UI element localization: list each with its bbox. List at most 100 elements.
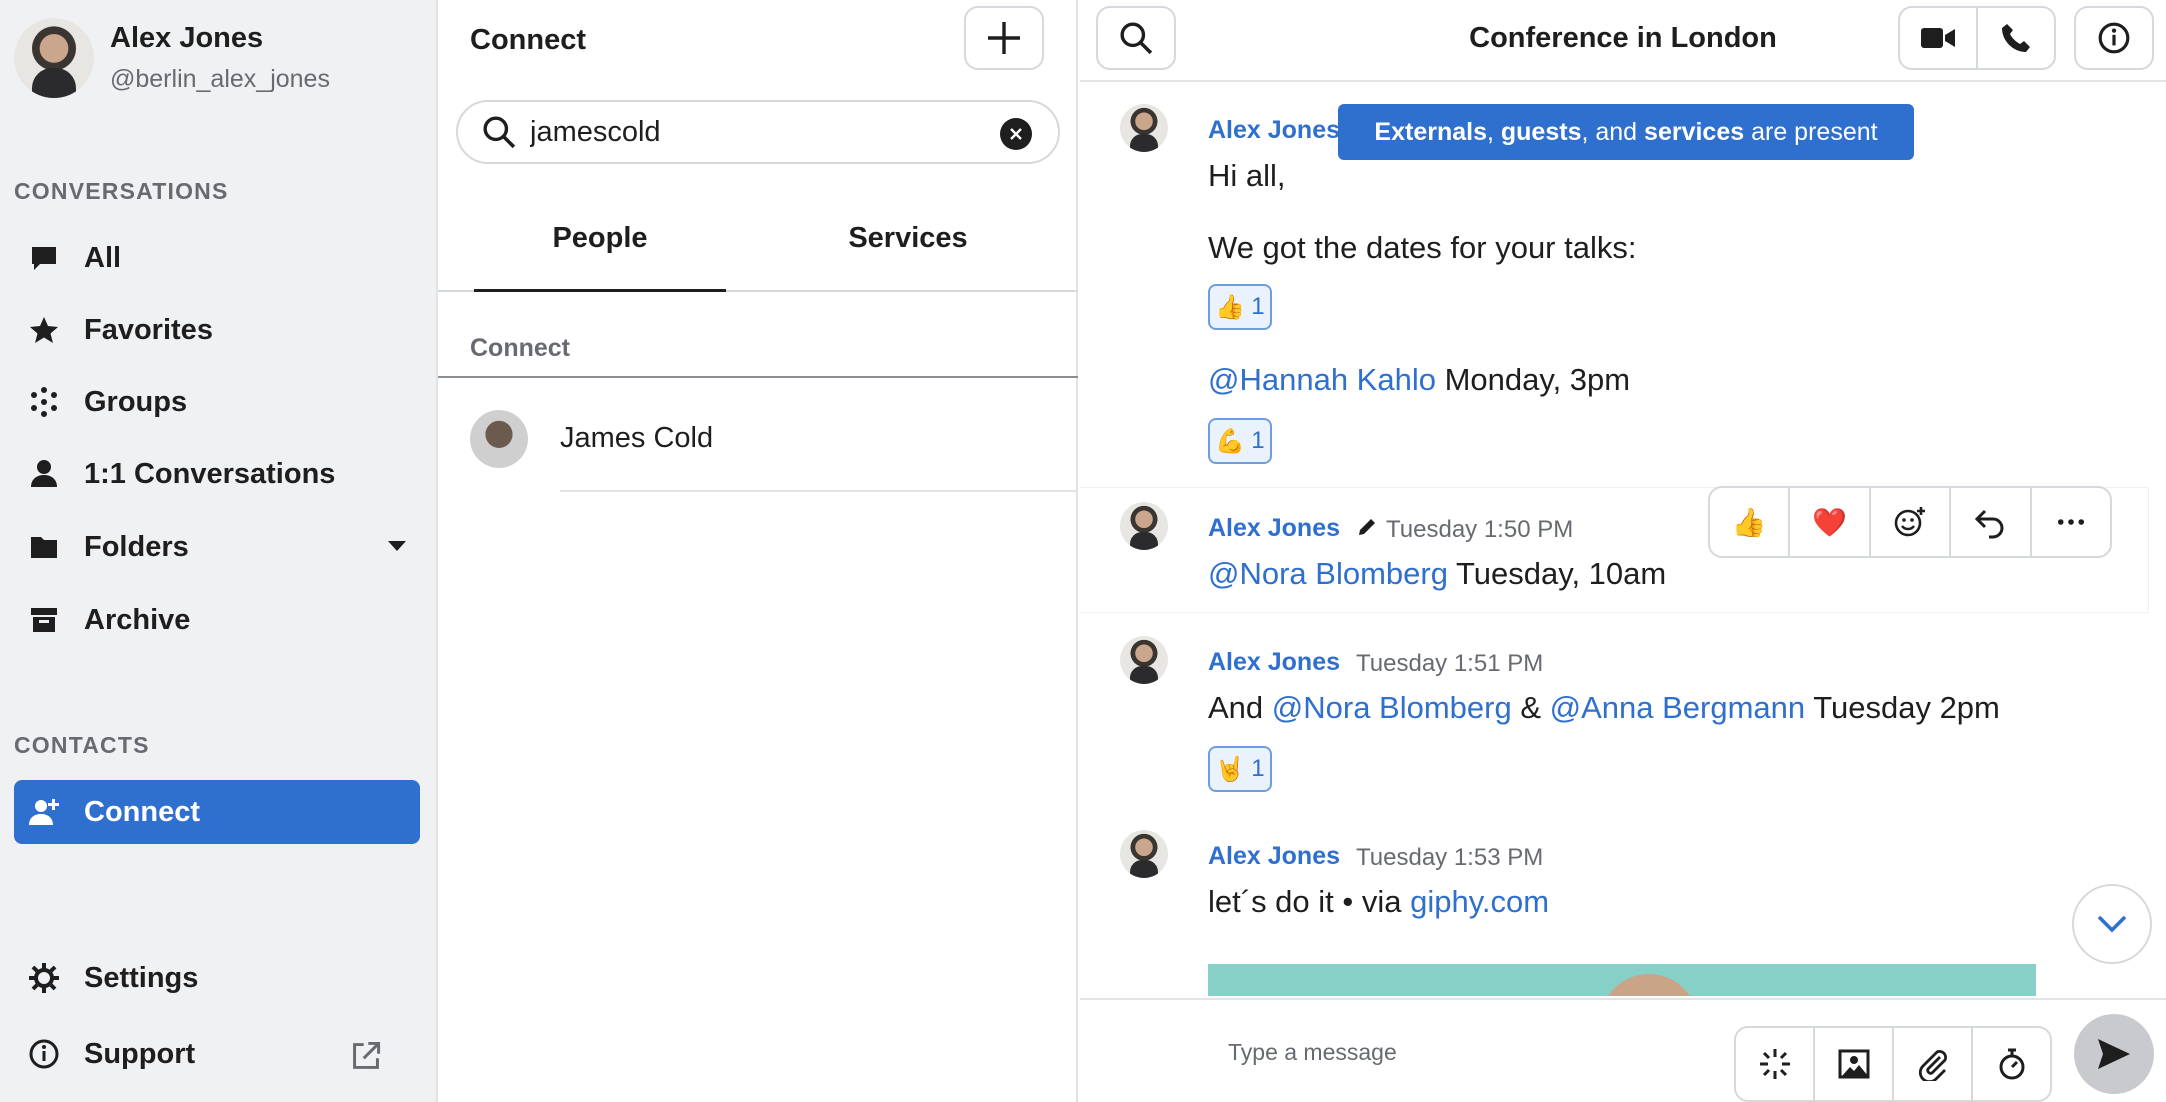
info-circle-icon xyxy=(2098,22,2130,54)
user-profile[interactable]: Alex Jones @berlin_alex_jones xyxy=(14,18,330,98)
message-sender[interactable]: Alex Jones xyxy=(1208,842,1340,871)
pane-title: Connect xyxy=(470,24,586,56)
like-reaction-button[interactable]: 👍 xyxy=(1710,488,1791,556)
video-camera-icon xyxy=(1921,28,1955,48)
giphy-link[interactable]: giphy.com xyxy=(1410,884,1549,919)
chevron-down-icon[interactable] xyxy=(388,541,406,551)
sidebar-item-favorites[interactable]: Favorites xyxy=(14,298,420,362)
clear-search-button[interactable] xyxy=(1000,118,1032,150)
tooltip-part: services xyxy=(1644,117,1745,146)
reaction-badge[interactable]: 💪 1 xyxy=(1208,418,1272,464)
send-button[interactable] xyxy=(2074,1014,2154,1094)
sidebar-item-label: Favorites xyxy=(84,313,213,346)
sidebar-item-label: Connect xyxy=(84,795,200,828)
timed-message-button[interactable] xyxy=(1973,1028,2050,1100)
plus-icon xyxy=(988,22,1020,54)
profile-text: Alex Jones @berlin_alex_jones xyxy=(110,22,330,94)
tab-people[interactable]: People xyxy=(474,222,726,292)
sidebar-item-label: Folders xyxy=(84,530,189,563)
message-input[interactable] xyxy=(1228,1030,1728,1074)
message-timestamp: Tuesday 1:53 PM xyxy=(1356,844,1544,871)
conversation-details-button[interactable] xyxy=(2074,6,2154,70)
more-options-button[interactable] xyxy=(2032,488,2110,556)
tooltip-part: , and xyxy=(1581,117,1645,146)
sidebar: Alex Jones @berlin_alex_jones CONVERSATI… xyxy=(0,0,438,1102)
message-sender[interactable]: Alex Jones xyxy=(1208,514,1340,543)
reaction-badge[interactable]: 🤘 1 xyxy=(1208,746,1272,792)
chat-bubble-icon xyxy=(32,247,56,270)
search-icon xyxy=(483,116,516,149)
sidebar-item-groups[interactable]: Groups xyxy=(14,370,420,434)
tooltip-part: are present xyxy=(1744,117,1878,146)
reaction-count: 1 xyxy=(1251,427,1265,454)
reaction-count: 1 xyxy=(1251,755,1265,782)
message-text: Hi all, xyxy=(1208,158,1286,193)
sidebar-item-one-to-one[interactable]: 1:1 Conversations xyxy=(14,442,420,506)
tab-services[interactable]: Services xyxy=(768,222,1048,292)
sidebar-item-settings[interactable]: Settings xyxy=(14,946,420,1010)
ping-burst-icon xyxy=(1759,1049,1790,1079)
search-input[interactable] xyxy=(530,115,960,149)
sidebar-item-folders[interactable]: Folders xyxy=(14,515,420,579)
create-button[interactable] xyxy=(964,6,1044,70)
guest-banner-tooltip: Externals, guests, and services are pres… xyxy=(1338,104,1914,160)
message-text: let´s do it • via giphy.com xyxy=(1208,884,1549,920)
folder-icon xyxy=(31,537,57,558)
jump-to-bottom-button[interactable] xyxy=(2072,884,2152,964)
connect-pane: Connect People Services Connect James Co… xyxy=(438,0,1078,1102)
results-header: Connect xyxy=(470,334,570,362)
tooltip-part: guests xyxy=(1500,117,1582,146)
star-icon xyxy=(30,317,58,343)
person-icon xyxy=(31,460,57,487)
tooltip-part: , xyxy=(1486,117,1501,146)
attach-file-button[interactable] xyxy=(1894,1028,1973,1100)
message-sender[interactable]: Alex Jones xyxy=(1208,116,1340,145)
tooltip-part: Externals xyxy=(1374,117,1487,146)
audio-call-button[interactable] xyxy=(1976,6,2056,70)
gif-image[interactable] xyxy=(1208,964,2036,996)
sidebar-item-label: All xyxy=(84,241,122,274)
timer-icon xyxy=(1999,1048,2024,1080)
conversation-header: Conference in London xyxy=(1080,0,2166,82)
avatar[interactable] xyxy=(14,18,94,98)
conversations-section-label: CONVERSATIONS xyxy=(14,178,229,204)
mention-link[interactable]: @Nora Blomberg xyxy=(1272,690,1512,725)
message-text-part: Tuesday 2pm xyxy=(1805,690,2000,725)
message-sender[interactable]: Alex Jones xyxy=(1208,648,1340,677)
avatar[interactable] xyxy=(1120,636,1168,684)
sidebar-item-archive[interactable]: Archive xyxy=(14,588,420,652)
divider xyxy=(438,376,1078,378)
avatar[interactable] xyxy=(1120,502,1168,550)
reaction-badge[interactable]: 👍 1 xyxy=(1208,284,1272,330)
add-person-icon xyxy=(29,799,59,825)
sidebar-item-label: Archive xyxy=(84,603,191,636)
profile-name: Alex Jones xyxy=(110,22,264,54)
groups-dots-icon xyxy=(31,387,57,417)
video-call-button[interactable] xyxy=(1898,6,1978,70)
gear-icon xyxy=(29,963,59,993)
mention-link[interactable]: @Hannah Kahlo xyxy=(1208,362,1436,397)
mention-link[interactable]: @Anna Bergmann xyxy=(1550,690,1806,725)
avatar[interactable] xyxy=(1120,830,1168,878)
mention-link[interactable]: @Nora Blomberg xyxy=(1208,556,1448,591)
archive-box-icon xyxy=(31,608,57,632)
ellipsis-icon xyxy=(2057,519,2084,525)
sidebar-item-all[interactable]: All xyxy=(14,226,420,290)
people-search[interactable] xyxy=(456,100,1060,164)
list-item[interactable]: James Cold xyxy=(438,396,1078,496)
sidebar-item-connect[interactable]: Connect xyxy=(14,780,420,844)
pencil-icon xyxy=(1359,519,1375,535)
phone-icon xyxy=(2002,24,2030,52)
reply-button[interactable] xyxy=(1951,488,2032,556)
sidebar-item-label: Support xyxy=(84,1037,196,1070)
add-reaction-button[interactable] xyxy=(1871,488,1952,556)
contacts-section-label: CONTACTS xyxy=(14,732,150,758)
thumbs-up-icon: 👍 xyxy=(1215,293,1246,321)
sidebar-item-support[interactable]: Support xyxy=(14,1022,420,1086)
image-upload-button[interactable] xyxy=(1815,1028,1894,1100)
message-text-part: Monday, 3pm xyxy=(1435,362,1631,397)
ping-button[interactable] xyxy=(1736,1028,1815,1100)
info-circle-icon xyxy=(29,1039,59,1069)
avatar[interactable] xyxy=(1120,104,1168,152)
heart-reaction-button[interactable]: ❤️ xyxy=(1790,488,1871,556)
